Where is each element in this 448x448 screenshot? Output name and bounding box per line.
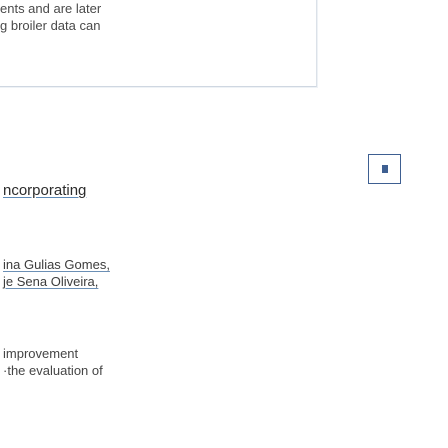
- result-abstract: improvement ·the evaluation of: [3, 345, 103, 379]
- page-viewport: ents and are later g broiler data can nc…: [0, 0, 448, 448]
- author-link-2[interactable]: je Sena Oliveira,: [3, 273, 110, 290]
- results-column: ents and are later g broiler data can nc…: [0, 0, 317, 448]
- abstract-line-2: ·the evaluation of: [3, 363, 103, 378]
- author-link-1[interactable]: ina Gulias Gomes,: [3, 256, 110, 273]
- snippet-line-1: ents and are later: [0, 1, 102, 16]
- previous-result-card: ents and are later g broiler data can: [0, 0, 317, 87]
- bookmark-button[interactable]: [368, 154, 401, 184]
- previous-result-snippet: ents and are later g broiler data can: [0, 0, 101, 34]
- snippet-line-2: g broiler data can: [0, 18, 101, 33]
- abstract-line-1: improvement: [3, 346, 79, 361]
- bookmark-square-icon: [381, 165, 388, 173]
- result-title-link[interactable]: ncorporating: [3, 181, 86, 201]
- result-authors: ina Gulias Gomes, je Sena Oliveira,: [3, 256, 110, 290]
